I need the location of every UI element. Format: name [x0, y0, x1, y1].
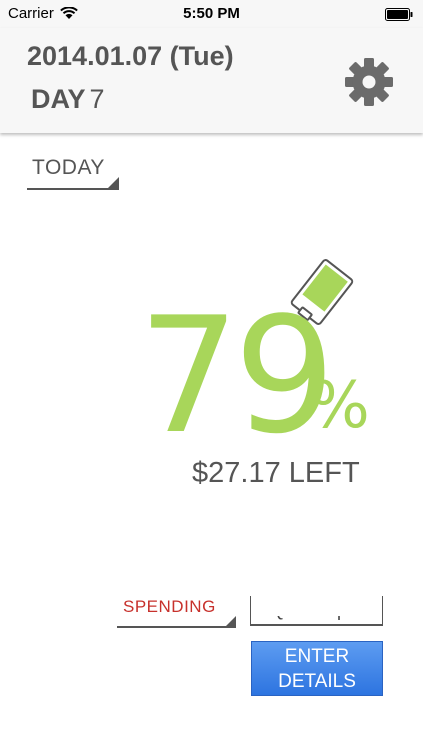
quick-input-wrap	[250, 596, 383, 626]
period-dropdown[interactable]: TODAY	[27, 154, 119, 190]
enter-details-line2: DETAILS	[278, 671, 356, 692]
day-number: 7	[89, 84, 105, 114]
day-label: DAY	[31, 84, 86, 114]
percent-sign: %	[309, 369, 370, 443]
category-dropdown[interactable]: SPENDING	[117, 596, 236, 628]
period-label: TODAY	[32, 156, 105, 179]
status-time: 5:50 PM	[183, 5, 240, 22]
dropdown-corner-icon	[226, 616, 236, 626]
battery-status-icon	[385, 8, 413, 21]
enter-details-line1: ENTER	[284, 646, 350, 667]
percent-value: 79	[138, 282, 336, 469]
dropdown-corner-icon	[108, 177, 119, 188]
day-counter: DAY 7	[31, 84, 105, 115]
amount-left: $27.17 LEFT	[192, 457, 360, 489]
date-title: 2014.01.07 (Tue)	[27, 41, 234, 71]
status-bar: Carrier 5:50 PM	[0, 0, 423, 28]
header: 2014.01.07 (Tue) DAY 7	[0, 28, 423, 133]
quick-input-field[interactable]	[250, 596, 383, 626]
category-label: SPENDING	[123, 597, 216, 616]
enter-details-button[interactable]: ENTER DETAILS	[251, 641, 383, 696]
gear-icon[interactable]	[344, 57, 394, 107]
